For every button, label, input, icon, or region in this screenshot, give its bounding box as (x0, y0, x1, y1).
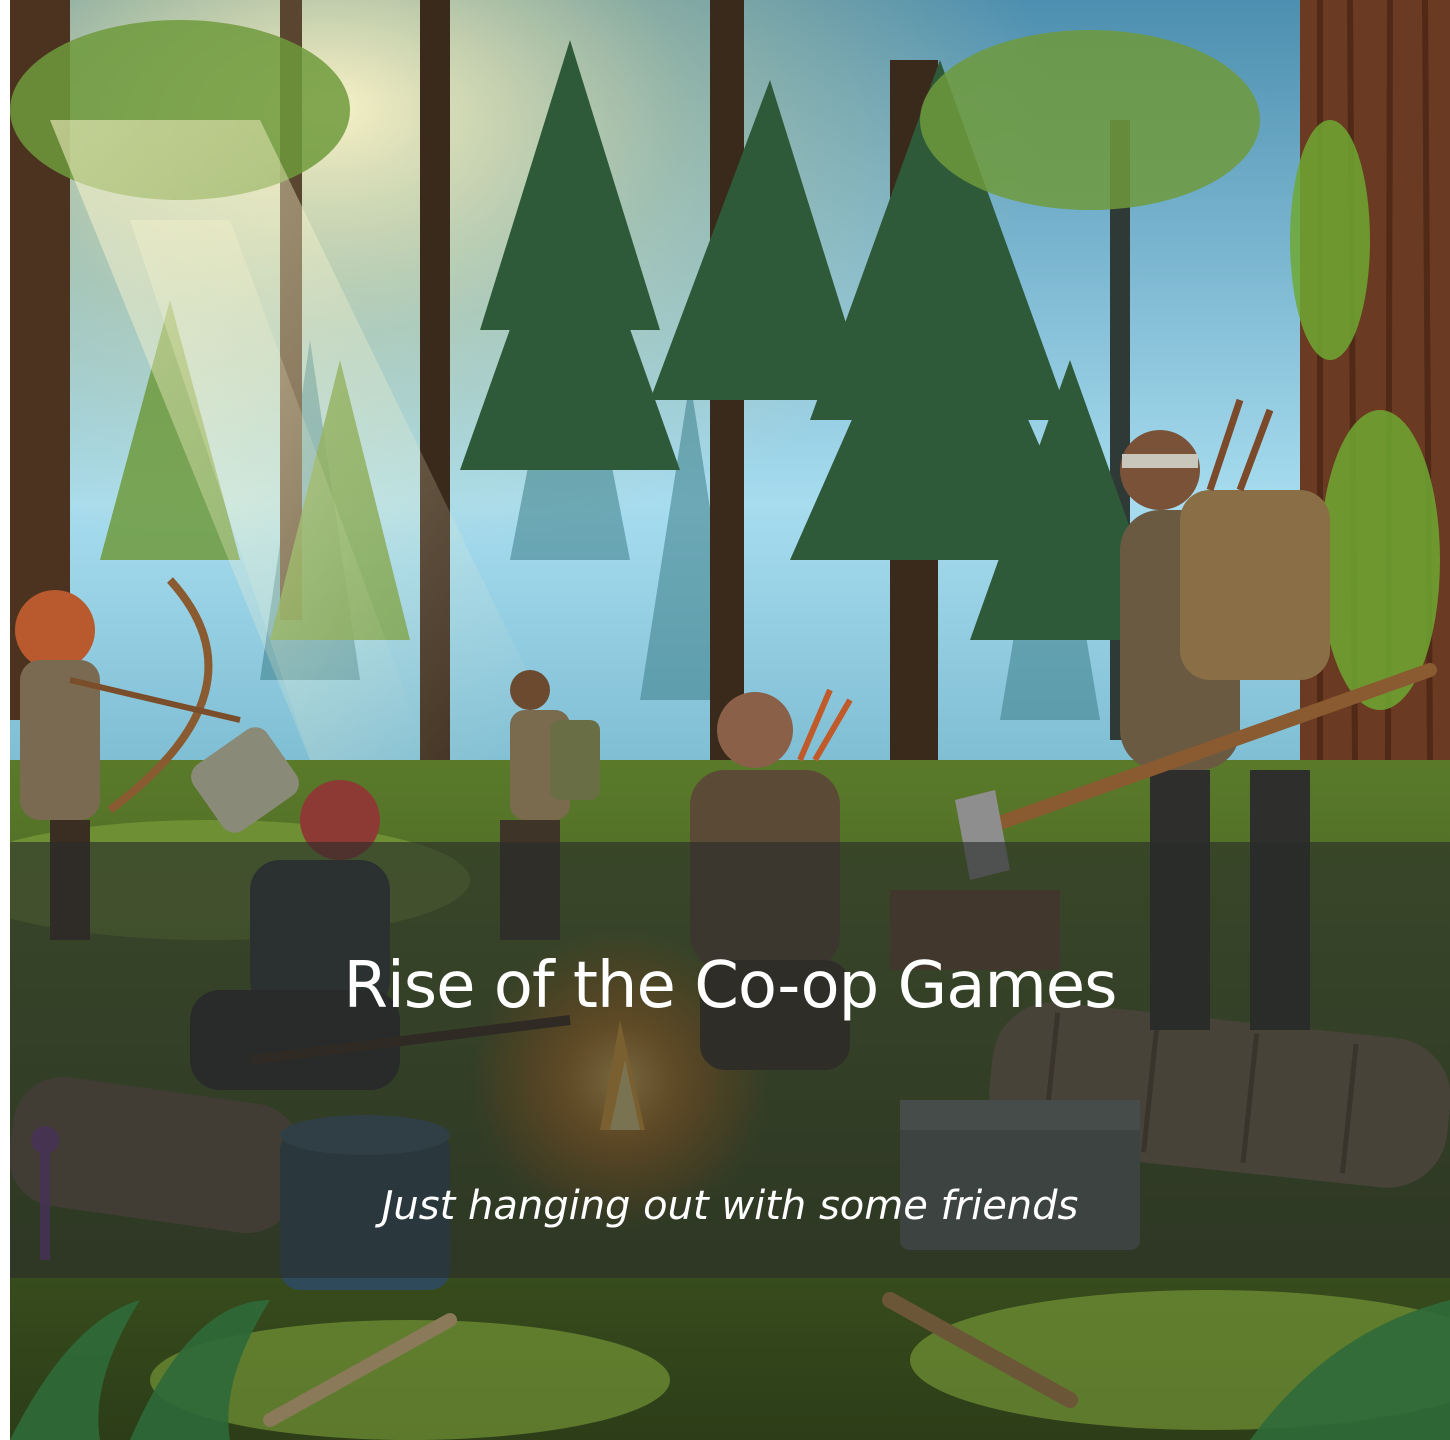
slide: Rise of the Co-op Games Just hanging out… (10, 0, 1450, 1440)
slide-subtitle: Just hanging out with some friends (381, 1183, 1079, 1229)
slide-title: Rise of the Co-op Games (343, 949, 1117, 1023)
